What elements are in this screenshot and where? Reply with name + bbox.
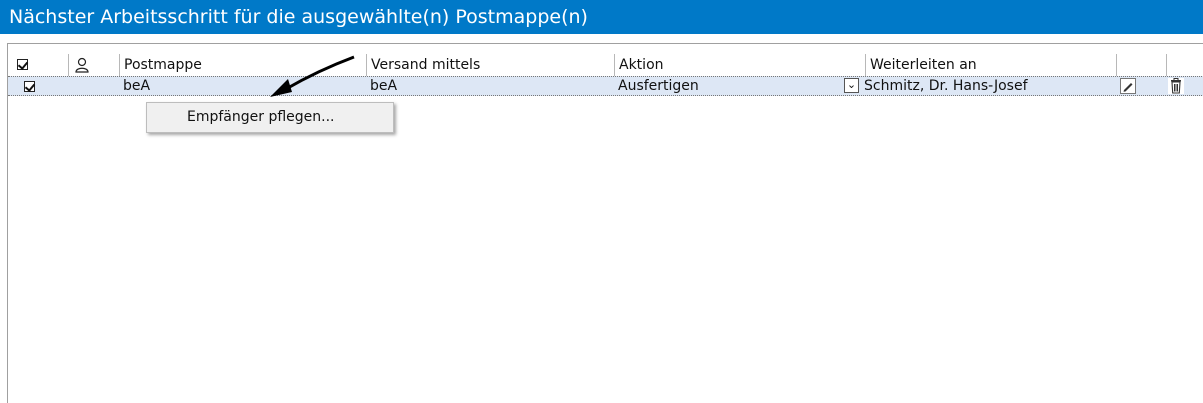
- aktion-dropdown-button[interactable]: ⌄: [844, 78, 859, 93]
- row-select-checkbox[interactable]: [24, 81, 35, 92]
- column-header-weiterleiten[interactable]: Weiterleiten an: [865, 54, 1116, 76]
- dialog-title: Nächster Arbeitsschritt für die ausgewäh…: [0, 0, 1203, 34]
- chevron-down-icon: ⌄: [846, 79, 857, 91]
- column-header-versand[interactable]: Versand mittels: [366, 54, 614, 76]
- select-all-column-header[interactable]: [8, 54, 68, 76]
- column-header-delete: [1166, 54, 1203, 76]
- column-header-aktion[interactable]: Aktion: [614, 54, 865, 76]
- checkbox-checked-icon[interactable]: [17, 59, 28, 70]
- table-row[interactable]: beA beA Ausfertigen ⌄ Schmitz, Dr. Hans-…: [8, 76, 1203, 96]
- trash-icon: [1171, 78, 1181, 94]
- cell-postmappe: beA: [123, 78, 151, 94]
- cell-weiterleiten: Schmitz, Dr. Hans-Josef: [864, 78, 1028, 94]
- cell-aktion[interactable]: Ausfertigen: [614, 77, 844, 95]
- menu-item-empfaenger-pflegen[interactable]: Empfänger pflegen...: [187, 103, 335, 132]
- delete-button[interactable]: [1168, 78, 1184, 94]
- column-header-postmappe[interactable]: Postmappe: [119, 54, 366, 76]
- edit-button[interactable]: [1120, 78, 1136, 94]
- recipient-column-header[interactable]: [68, 54, 119, 76]
- column-header-edit: [1116, 54, 1166, 76]
- person-icon: [75, 57, 89, 73]
- grid-header: Postmappe Versand mittels Aktion Weiterl…: [8, 54, 1203, 76]
- context-menu: Empfänger pflegen...: [146, 102, 394, 133]
- pencil-icon: [1123, 83, 1133, 92]
- cell-versand: beA: [370, 78, 398, 94]
- next-step-grid: Postmappe Versand mittels Aktion Weiterl…: [7, 43, 1203, 403]
